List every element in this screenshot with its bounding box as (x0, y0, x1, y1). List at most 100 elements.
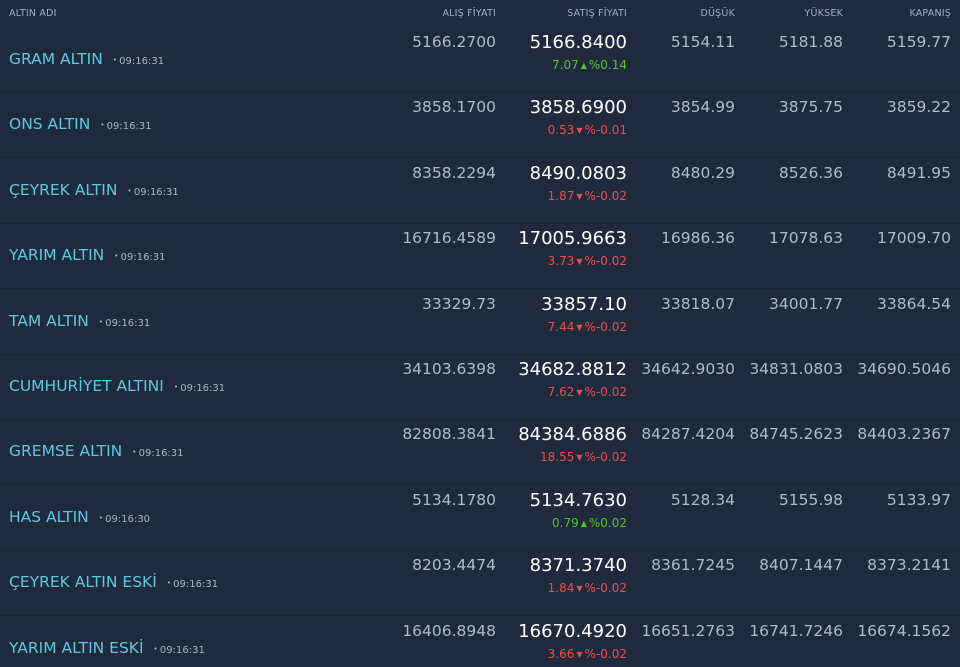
change-value: 0.53 (547, 123, 575, 138)
change-percent: %0.14 (588, 58, 627, 72)
table-row[interactable]: YARIM ALTIN ESKİ 09:16:31 16406.8948 16670.… (0, 617, 960, 667)
gold-name-label[interactable]: CUMHURİYET ALTINI (9, 377, 164, 395)
change-value: 3.66 (547, 646, 575, 661)
price-change: 7.62 ▼ %-0.02 (548, 385, 627, 399)
table-row[interactable]: ÇEYREK ALTIN 09:16:31 8358.2294 8490.0803 1.… (0, 159, 960, 224)
high-price: 5181.88 (778, 33, 843, 51)
low-price: 16986.36 (661, 229, 735, 248)
close-price: 84403.2367 (857, 425, 951, 444)
update-time: 09:16:31 (132, 448, 184, 459)
price-change: 18.55 ▼ %-0.02 (540, 450, 627, 464)
buy-price: 8203.4474 (412, 556, 496, 575)
gold-name-label[interactable]: GREMSE ALTIN (9, 442, 122, 460)
low-price: 3854.99 (670, 98, 735, 117)
high-price: 34831.0803 (749, 360, 843, 378)
update-time: 09:16:31 (100, 121, 152, 132)
gold-name[interactable]: YARIM ALTIN ESKİ 09:16:31 (9, 639, 205, 657)
gold-name-label[interactable]: YARIM ALTIN (9, 246, 104, 264)
high-price: 8526.36 (778, 163, 843, 182)
high-price: 34001.77 (769, 294, 843, 313)
change-value: 7.62 (547, 385, 575, 399)
price-change: 7.07 ▲ %0.14 (552, 58, 627, 72)
gold-name[interactable]: ÇEYREK ALTIN 09:16:31 (9, 181, 179, 199)
close-price: 5133.97 (886, 490, 951, 509)
gold-name-label[interactable]: ÇEYREK ALTIN (9, 181, 117, 199)
high-price: 8407.1447 (759, 556, 843, 575)
gold-name[interactable]: ÇEYREK ALTIN ESKİ 09:16:31 (9, 573, 218, 591)
gold-name-label[interactable]: GRAM ALTIN (9, 50, 103, 68)
close-price: 16674.1562 (857, 621, 951, 640)
change-percent: %-0.02 (584, 646, 627, 661)
caret-up-icon: ▲ (580, 61, 587, 70)
price-change: 0.53 ▼ %-0.01 (548, 123, 627, 137)
table-row[interactable]: HAS ALTIN 09:16:30 5134.1780 5134.7630 0.79▲… (0, 486, 960, 551)
low-price: 16651.2763 (641, 621, 735, 640)
gold-name[interactable]: HAS ALTIN 09:16:30 (9, 508, 150, 526)
table-row[interactable]: CUMHURİYET ALTINI 09:16:31 34103.6398 34682… (0, 355, 960, 420)
update-time: 09:16:31 (154, 645, 205, 656)
price-change: 1.84 ▼ %-0.02 (548, 581, 627, 595)
gold-name-label[interactable]: YARIM ALTIN ESKİ (9, 639, 144, 657)
gold-name-label[interactable]: ONS ALTIN (9, 115, 90, 133)
change-percent: %0.02 (588, 515, 627, 530)
gold-name[interactable]: CUMHURİYET ALTINI 09:16:31 (9, 377, 225, 395)
close-price: 5159.77 (886, 33, 951, 51)
change-value: 18.55 (540, 450, 575, 465)
low-price: 5154.11 (670, 33, 735, 51)
caret-down-icon: ▼ (576, 388, 583, 397)
caret-up-icon: ▲ (580, 518, 587, 528)
table-row[interactable]: YARIM ALTIN 09:16:31 16716.4589 17005.9663 3… (0, 224, 960, 290)
gold-name[interactable]: YARIM ALTIN 09:16:31 (9, 246, 166, 264)
change-percent: %-0.02 (584, 254, 627, 269)
high-price: 17078.63 (769, 229, 843, 248)
update-time: 09:16:31 (114, 252, 166, 263)
header-low[interactable]: DÜŞÜK (701, 8, 735, 19)
table-row[interactable]: ÇEYREK ALTIN ESKİ 09:16:31 8203.4474 8371.3… (0, 551, 960, 617)
caret-down-icon: ▼ (576, 453, 583, 463)
sell-price: 5134.7630 (529, 489, 627, 511)
table-row[interactable]: GREMSE ALTIN 09:16:31 82808.3841 84384.6886… (0, 420, 960, 486)
header-close[interactable]: KAPANIŞ (909, 8, 951, 19)
change-value: 7.44 (547, 319, 575, 334)
sell-price: 8490.0803 (529, 162, 627, 184)
close-price: 33864.54 (877, 294, 951, 313)
buy-price: 82808.3841 (402, 425, 496, 444)
low-price: 8361.7245 (651, 556, 735, 575)
close-price: 8491.95 (886, 163, 951, 182)
low-price: 5128.34 (670, 490, 735, 509)
buy-price: 5134.1780 (412, 490, 496, 509)
close-price: 17009.70 (877, 229, 951, 248)
change-value: 0.79 (552, 515, 579, 530)
update-time: 09:16:30 (99, 514, 150, 525)
change-value: 1.87 (547, 188, 575, 203)
header-sell[interactable]: SATIŞ FİYATI (567, 8, 627, 19)
price-change: 7.44 ▼ %-0.02 (548, 320, 627, 334)
gold-name[interactable]: ONS ALTIN 09:16:31 (9, 115, 152, 133)
change-percent: %-0.02 (584, 385, 627, 399)
high-price: 16741.7246 (749, 621, 843, 640)
table-row[interactable]: GRAM ALTIN 09:16:31 5166.2700 5166.8400 7.07… (0, 28, 960, 93)
gold-name-label[interactable]: TAM ALTIN (9, 312, 89, 330)
gold-name[interactable]: TAM ALTIN 09:16:31 (9, 312, 150, 330)
gold-name[interactable]: GRAM ALTIN 09:16:31 (9, 50, 164, 68)
table-header: ALTIN ADI ALIŞ FİYATI SATIŞ FİYATI DÜŞÜK… (0, 0, 960, 28)
change-percent: %-0.02 (584, 450, 627, 465)
change-value: 1.84 (547, 581, 575, 596)
table-row[interactable]: ONS ALTIN 09:16:31 3858.1700 3858.6900 0.53▼… (0, 93, 960, 159)
gold-name-label[interactable]: ÇEYREK ALTIN ESKİ (9, 573, 157, 591)
caret-down-icon: ▼ (576, 257, 583, 267)
header-high[interactable]: YÜKSEK (805, 8, 843, 19)
caret-down-icon: ▼ (576, 322, 583, 332)
header-buy[interactable]: ALIŞ FİYATI (442, 8, 496, 19)
gold-name[interactable]: GREMSE ALTIN 09:16:31 (9, 442, 184, 460)
caret-down-icon: ▼ (576, 126, 583, 136)
header-name: ALTIN ADI (9, 8, 57, 19)
buy-price: 3858.1700 (412, 98, 496, 117)
low-price: 33818.07 (661, 294, 735, 313)
high-price: 5155.98 (778, 490, 843, 509)
table-row[interactable]: TAM ALTIN 09:16:31 33329.73 33857.10 7.44▼%-… (0, 290, 960, 355)
buy-price: 34103.6398 (402, 360, 496, 378)
sell-price: 33857.10 (541, 293, 627, 315)
gold-name-label[interactable]: HAS ALTIN (9, 508, 89, 526)
update-time: 09:16:31 (127, 187, 179, 198)
